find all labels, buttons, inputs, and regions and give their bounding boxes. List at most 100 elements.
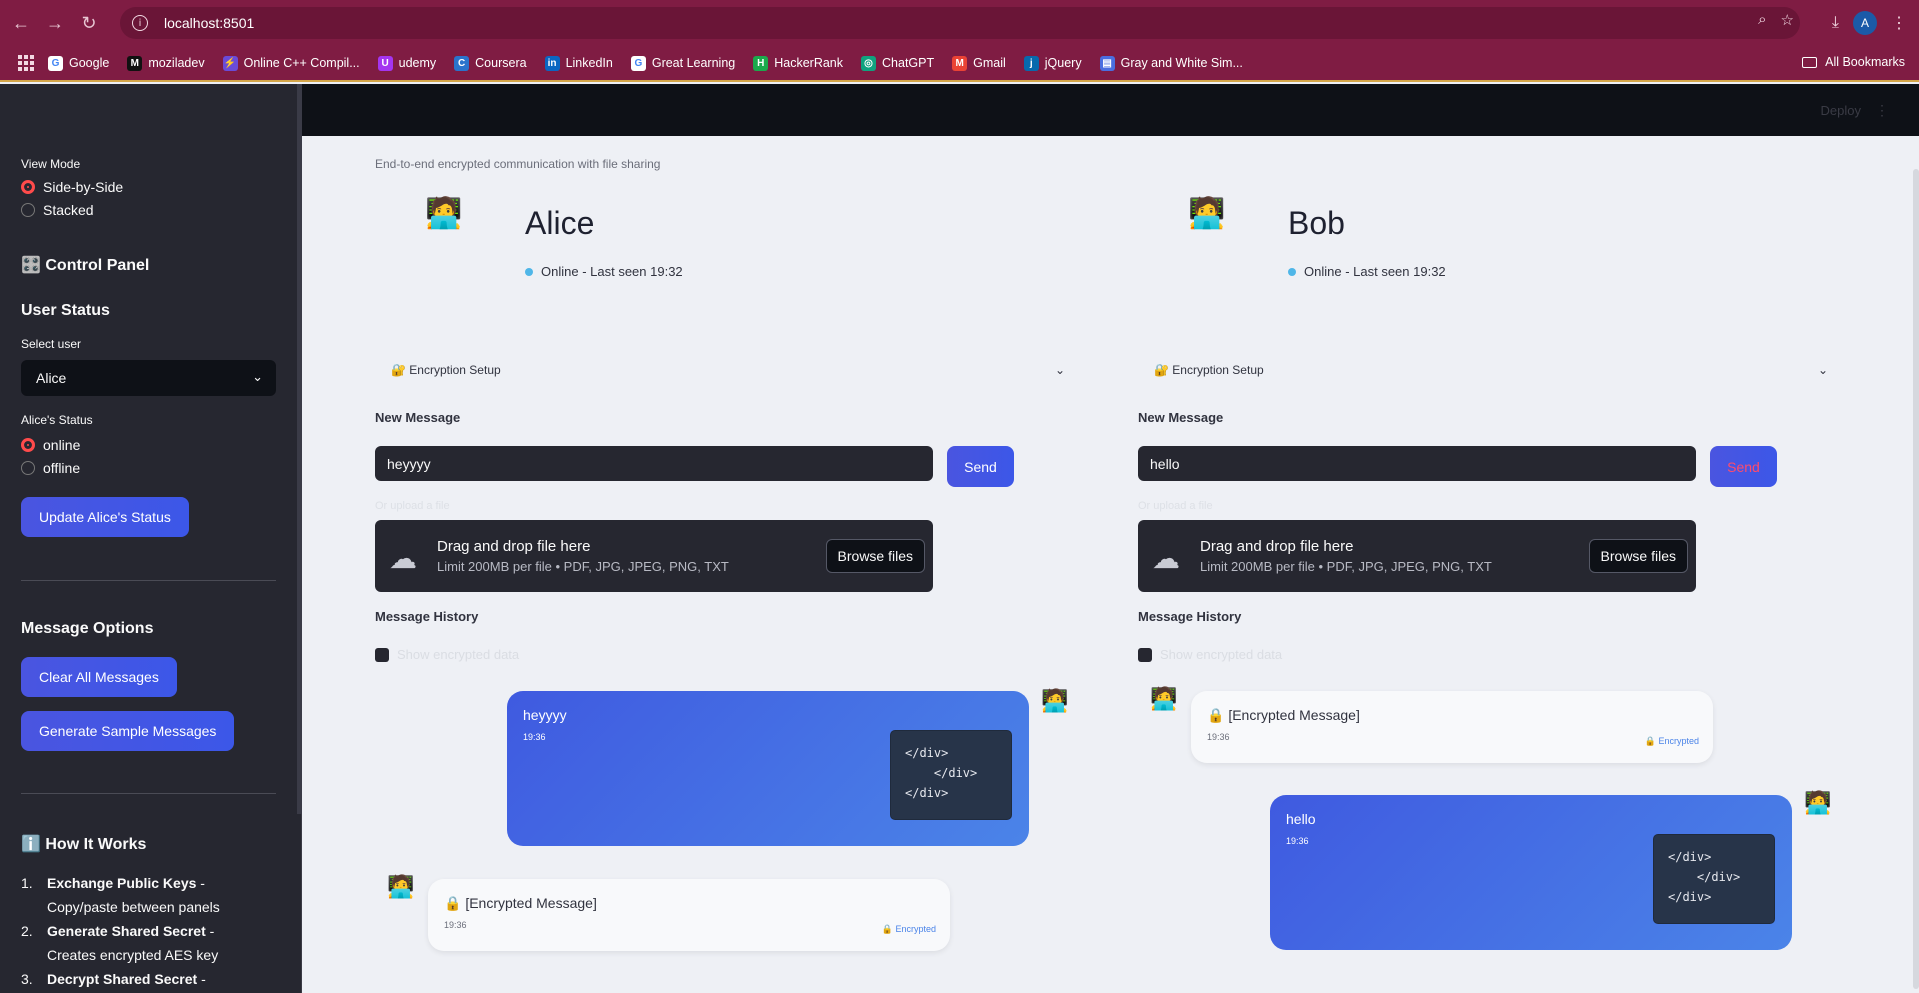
- message-input[interactable]: hello: [1138, 446, 1696, 481]
- radio-side-by-side[interactable]: Side-by-Side: [21, 179, 123, 195]
- bookmark-item[interactable]: Mmoziladev: [127, 55, 205, 71]
- upload-label: Or upload a file: [375, 500, 450, 512]
- clear-messages-button[interactable]: Clear All Messages: [21, 657, 177, 697]
- send-button[interactable]: Send: [1710, 446, 1777, 487]
- download-icon[interactable]: ⤓: [1832, 14, 1839, 32]
- all-bookmarks[interactable]: All Bookmarks: [1802, 55, 1905, 69]
- encrypted-badge: 🔒 Encrypted: [881, 924, 936, 934]
- message-bubble-sent: heyyyy 19:36 </div> </div> </div>: [507, 691, 1029, 846]
- message-text: heyyyy: [523, 707, 567, 723]
- bookmark-item[interactable]: ⚡ Online C++ Compil...: [222, 55, 360, 71]
- how-it-works-list: 1. Exchange Public Keys - Copy/paste bet…: [21, 871, 291, 993]
- update-status-button[interactable]: Update Alice's Status: [21, 497, 189, 537]
- bookmark-item[interactable]: G Great Learning: [630, 55, 735, 71]
- divider: [21, 793, 276, 794]
- bookmark-favicon-icon: ▤: [1099, 55, 1115, 71]
- browser-menu-icon[interactable]: ⋮: [1891, 13, 1907, 33]
- chevron-down-icon: ⌄: [252, 369, 263, 384]
- bookmark-star-icon[interactable]: ☆: [1781, 11, 1794, 29]
- bookmark-item[interactable]: j jQuery: [1023, 55, 1082, 71]
- dropzone-title: Drag and drop file here: [437, 538, 591, 555]
- browse-files-button[interactable]: Browse files: [1588, 539, 1688, 573]
- radio-dot: [21, 461, 35, 475]
- sender-avatar-icon: 🧑‍💻: [1150, 686, 1178, 711]
- message-time: 19:36: [444, 920, 467, 930]
- bookmark-favicon-icon: G: [630, 55, 646, 71]
- chevron-down-icon: ⌄: [1817, 363, 1828, 377]
- message-text: 🔒 [Encrypted Message]: [444, 895, 597, 911]
- deploy-button[interactable]: Deploy: [1821, 103, 1861, 118]
- reload-icon[interactable]: ↻: [76, 10, 102, 36]
- generate-sample-button[interactable]: Generate Sample Messages: [21, 711, 235, 751]
- message-bubble-received: 🔒 [Encrypted Message] 19:36 🔒 Encrypted: [428, 879, 950, 951]
- bookmark-item[interactable]: H HackerRank: [753, 55, 843, 71]
- bookmark-item[interactable]: in LinkedIn: [544, 55, 613, 71]
- list-item: 2. Generate Shared Secret - Creates encr…: [21, 919, 291, 967]
- radio-label: Side-by-Side: [43, 179, 124, 195]
- encryption-setup-expander[interactable]: 🔐 Encryption Setup ⌄: [375, 355, 1065, 385]
- all-bookmarks-label: All Bookmarks: [1825, 55, 1905, 69]
- how-it-works-title: ℹ️ How It Works: [21, 836, 147, 853]
- bookmark-item[interactable]: G Google: [48, 55, 110, 71]
- bookmark-label: Coursera: [475, 56, 527, 70]
- step-number: 2.: [21, 923, 33, 939]
- bookmark-item[interactable]: C Coursera: [454, 55, 527, 71]
- browse-files-button[interactable]: Browse files: [825, 539, 925, 573]
- app-menu-icon[interactable]: ⋮: [1875, 102, 1889, 119]
- bookmark-favicon-icon: in: [544, 55, 560, 71]
- bookmark-label: moziladev: [148, 56, 205, 70]
- user-name: Alice: [525, 205, 595, 241]
- new-message-label: New Message: [1138, 410, 1224, 425]
- bookmark-item[interactable]: ◎ ChatGPT: [861, 55, 935, 71]
- list-item: 1. Exchange Public Keys - Copy/paste bet…: [21, 871, 291, 919]
- bookmark-label: LinkedIn: [565, 56, 613, 70]
- back-icon[interactable]: ←: [8, 10, 34, 36]
- dropzone-limit: Limit 200MB per file • PDF, JPG, JPEG, P…: [1200, 559, 1492, 574]
- code-block: </div> </div> </div>: [1653, 834, 1775, 924]
- step-title: Exchange Public Keys: [47, 875, 197, 891]
- radio-online[interactable]: online: [21, 437, 80, 453]
- cloud-upload-icon: ☁: [1152, 543, 1180, 574]
- site-info-icon[interactable]: i: [132, 15, 148, 31]
- user-avatar-icon: 🧑‍💻: [1188, 197, 1226, 230]
- send-button[interactable]: Send: [947, 446, 1014, 487]
- show-encrypted-checkbox[interactable]: [1138, 648, 1152, 662]
- apps-grid-icon[interactable]: [18, 55, 34, 71]
- radio-offline[interactable]: offline: [21, 460, 80, 476]
- bookmark-favicon-icon: H: [753, 55, 769, 71]
- bookmark-favicon-icon: M: [952, 55, 968, 71]
- message-bubble-received: 🔒 [Encrypted Message] 19:36 🔒 Encrypted: [1191, 691, 1713, 763]
- dropzone-limit: Limit 200MB per file • PDF, JPG, JPEG, P…: [437, 559, 729, 574]
- radio-stacked[interactable]: Stacked: [21, 202, 94, 218]
- status-label: Alice's Status: [21, 413, 93, 427]
- bookmark-item[interactable]: M Gmail: [952, 55, 1006, 71]
- new-message-label: New Message: [375, 410, 461, 425]
- radio-dot: [21, 180, 35, 194]
- url-text[interactable]: localhost:8501: [164, 15, 254, 31]
- radio-dot: [21, 438, 35, 452]
- bookmark-item[interactable]: Uudemy: [377, 55, 436, 71]
- file-dropzone[interactable]: ☁ Drag and drop file here Limit 200MB pe…: [1138, 520, 1696, 592]
- zoom-icon[interactable]: ⌕: [1758, 11, 1766, 29]
- file-dropzone[interactable]: ☁ Drag and drop file here Limit 200MB pe…: [375, 520, 933, 592]
- code-block: </div> </div> </div>: [890, 730, 1012, 820]
- show-encrypted-label: Show encrypted data: [1160, 647, 1283, 662]
- encryption-setup-expander[interactable]: 🔐 Encryption Setup ⌄: [1138, 355, 1828, 385]
- user-select[interactable]: Alice ⌄: [21, 360, 276, 396]
- bookmark-favicon-icon: M: [127, 55, 143, 71]
- step-number: 1.: [21, 875, 33, 891]
- user-name: Bob: [1288, 205, 1345, 241]
- forward-icon[interactable]: →: [42, 10, 68, 36]
- message-input[interactable]: heyyyy: [375, 446, 933, 481]
- address-bar[interactable]: i localhost:8501 ⌕ ☆: [120, 7, 1800, 39]
- expander-label: 🔐 Encryption Setup: [391, 363, 501, 377]
- status-text: Online - Last seen 19:32: [1304, 264, 1446, 279]
- show-encrypted-checkbox[interactable]: [375, 648, 389, 662]
- bookmark-label: ChatGPT: [882, 56, 935, 70]
- bookmark-label: Google: [69, 56, 110, 70]
- main-scrollbar[interactable]: [1913, 169, 1919, 989]
- bookmark-item[interactable]: ▤ Gray and White Sim...: [1099, 55, 1243, 71]
- message-text: 🔒 [Encrypted Message]: [1207, 707, 1360, 723]
- encrypted-badge: 🔒 Encrypted: [1644, 736, 1699, 746]
- profile-avatar[interactable]: A: [1853, 11, 1877, 35]
